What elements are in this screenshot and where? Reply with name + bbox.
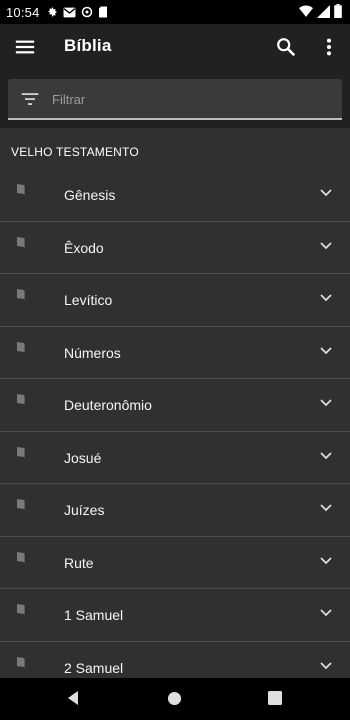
filter-input[interactable] [50, 87, 324, 111]
chevron-down-icon[interactable] [320, 294, 332, 302]
book-icon [17, 184, 25, 195]
list-item-label: 2 Samuel [64, 659, 124, 676]
list-item[interactable]: Rute [0, 537, 350, 589]
more-vert-icon[interactable] [318, 36, 340, 58]
list-item-label: 1 Samuel [64, 607, 124, 623]
chevron-down-icon[interactable] [320, 556, 332, 565]
list-item[interactable]: Deuteronômio [0, 379, 350, 432]
app-screen: 10:54 Bíblia Filtrar VELHO TESTAMENTO Gê… [0, 0, 350, 720]
chevron-down-icon[interactable] [320, 661, 332, 670]
book-icon [17, 604, 25, 615]
book-icon [17, 394, 25, 405]
list-item[interactable]: Êxodo [0, 222, 350, 274]
book-icon [17, 446, 25, 458]
chevron-down-icon[interactable] [320, 504, 332, 512]
section-header: VELHO TESTAMENTO [11, 145, 139, 159]
sd-card-icon [98, 6, 107, 18]
book-icon [17, 499, 25, 510]
chevron-down-icon[interactable] [320, 609, 332, 617]
wifi-icon [299, 5, 313, 17]
filter-list-icon [21, 93, 39, 105]
search-icon[interactable] [275, 36, 297, 58]
gmail-icon [63, 7, 76, 17]
list-item-label: Números [64, 344, 121, 361]
menu-icon[interactable] [14, 36, 36, 58]
book-icon [17, 236, 25, 248]
list-item[interactable]: Números [0, 327, 350, 379]
list-item[interactable]: Gênesis [0, 169, 350, 222]
system-nav-bar [0, 678, 350, 720]
recents-icon[interactable] [268, 691, 282, 705]
list-item-label: Rute [64, 554, 94, 571]
notification-icons [46, 6, 108, 18]
gear-icon [48, 7, 57, 17]
book-icon [17, 551, 25, 563]
book-icon [17, 289, 25, 300]
list-item[interactable]: Juízes [0, 484, 350, 537]
status-bar: 10:54 [0, 0, 350, 24]
home-icon[interactable] [167, 691, 182, 706]
chevron-down-icon[interactable] [320, 189, 332, 197]
book-list: Gênesis Êxodo Levítico Números Deuteronô… [0, 169, 350, 694]
system-icons [299, 4, 342, 18]
status-time: 10:54 [6, 4, 40, 20]
list-item-label: Levítico [64, 292, 113, 308]
list-item-label: Josué [64, 449, 102, 466]
chevron-down-icon[interactable] [320, 241, 332, 250]
list-item-label: Juízes [64, 502, 105, 518]
list-item[interactable]: Josué [0, 432, 350, 484]
filter-container [0, 70, 350, 128]
battery-icon [334, 4, 342, 18]
list-item-label: Êxodo [64, 239, 104, 256]
app-bar: Bíblia [0, 24, 350, 70]
settings-icon [81, 6, 92, 18]
filter-field[interactable] [8, 79, 342, 120]
back-icon[interactable] [65, 690, 81, 706]
list-item[interactable]: 1 Samuel [0, 589, 350, 642]
signal-icon [317, 4, 330, 18]
chevron-down-icon[interactable] [320, 346, 332, 355]
chevron-down-icon[interactable] [320, 451, 332, 460]
book-icon [17, 341, 25, 353]
book-icon [17, 656, 25, 668]
chevron-down-icon[interactable] [320, 399, 332, 407]
page-title: Bíblia [64, 36, 112, 55]
list-item-label: Gênesis [64, 187, 116, 203]
list-item[interactable]: Levítico [0, 274, 350, 327]
list-item-label: Deuteronômio [64, 397, 152, 413]
